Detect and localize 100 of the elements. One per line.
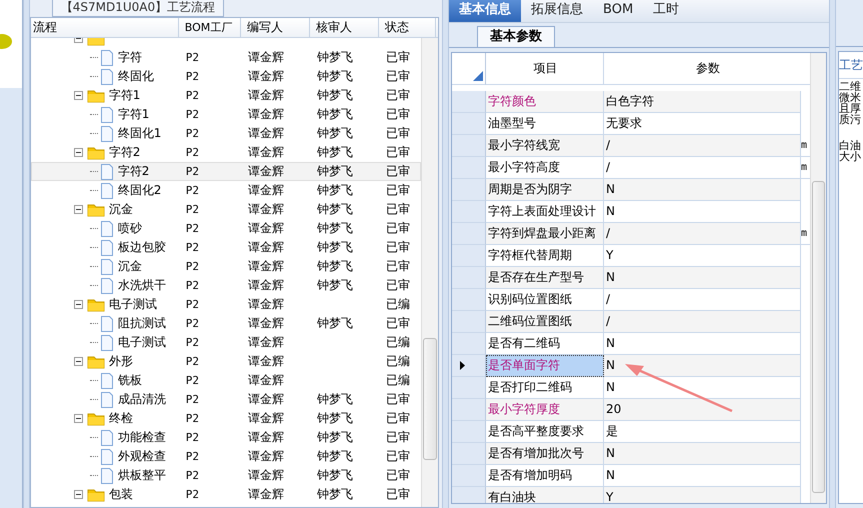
- property-name[interactable]: 最小字符高度: [486, 157, 604, 179]
- tree-row[interactable]: 板边包胶 P2 谭金辉 钟梦飞 已审: [30, 238, 422, 257]
- tree-item-label[interactable]: 外形: [106, 353, 133, 370]
- tree-row[interactable]: 外形 P2 谭金辉 已编: [30, 352, 422, 371]
- sub-tab[interactable]: 基本参数: [477, 26, 556, 47]
- tree-item-label[interactable]: 字符1: [106, 87, 140, 104]
- property-name[interactable]: 是否高平整度要求: [486, 421, 604, 443]
- tree-item-label[interactable]: 铣板: [116, 372, 142, 389]
- property-name[interactable]: 是否单面字符: [486, 355, 604, 377]
- tree-row[interactable]: 外观检查 P2 谭金辉 钟梦飞 已审: [30, 447, 422, 466]
- column-header[interactable]: 状态: [378, 18, 436, 37]
- tree-item-label[interactable]: 喷砂: [116, 220, 142, 237]
- tree-item-label[interactable]: 字符2: [116, 163, 150, 180]
- tree-item-label[interactable]: 功能检查: [116, 429, 166, 446]
- collapse-icon[interactable]: [74, 148, 83, 157]
- property-name[interactable]: 识别码位置图纸: [486, 289, 604, 311]
- collapse-icon[interactable]: [74, 300, 83, 309]
- property-value[interactable]: 20: [604, 399, 802, 421]
- property-value[interactable]: /: [604, 311, 802, 333]
- tree-row[interactable]: 终固化1 P2 谭金辉 钟梦飞 已审: [30, 124, 422, 143]
- property-value[interactable]: N: [604, 355, 802, 377]
- property-value[interactable]: N: [604, 443, 802, 465]
- tree-item-label[interactable]: 字符2: [106, 144, 140, 161]
- tree-item-label[interactable]: 成品清洗: [116, 391, 166, 408]
- tree-item-label[interactable]: 包装: [106, 486, 133, 503]
- tree-row[interactable]: 电子测试 P2 谭金辉 已编: [30, 333, 422, 352]
- tree-row[interactable]: 喷砂 P2 谭金辉 钟梦飞 已审: [30, 219, 422, 238]
- property-name[interactable]: 字符上表面处理设计: [486, 201, 604, 223]
- column-header[interactable]: BOM工厂: [178, 18, 241, 37]
- collapse-icon[interactable]: [74, 357, 83, 366]
- property-value[interactable]: /: [604, 223, 802, 245]
- tree-item-label[interactable]: 电子测试: [106, 296, 157, 313]
- tree-item-label[interactable]: 字符1: [116, 106, 150, 123]
- tree-row[interactable]: 包装 P2 谭金辉 钟梦飞 已审: [30, 485, 422, 504]
- property-value[interactable]: 白色字符: [604, 91, 802, 113]
- property-name[interactable]: 最小字符厚度: [486, 399, 604, 421]
- tab[interactable]: 工时: [643, 0, 690, 22]
- tree-row[interactable]: 字符1 P2 谭金辉 钟梦飞 已审: [30, 105, 422, 124]
- tree-item-label[interactable]: 终固化: [116, 68, 154, 85]
- row-header[interactable]: [452, 355, 486, 377]
- property-name[interactable]: 是否打印二维码: [486, 377, 604, 399]
- property-value[interactable]: /: [604, 135, 802, 157]
- column-header[interactable]: 核审人: [310, 18, 379, 37]
- tree-row[interactable]: 电子测试 P2 谭金辉 已编: [30, 295, 422, 314]
- tree-item-label[interactable]: 阻抗测试: [116, 315, 166, 332]
- tree-item-label[interactable]: 终固化1: [116, 125, 162, 142]
- selected-row[interactable]: 字符2 P2 谭金辉 钟梦飞 已审: [30, 162, 422, 181]
- tree-item-label[interactable]: 终固化2: [116, 182, 162, 199]
- property-name[interactable]: 字符到焊盘最小距离: [486, 223, 604, 245]
- tree-row[interactable]: 铣板 P2 谭金辉 已编: [30, 371, 422, 390]
- tab[interactable]: 拓展信息: [521, 0, 594, 22]
- tree-row[interactable]: 沉金 P2 谭金辉 钟梦飞 已审: [30, 200, 422, 219]
- tree-row[interactable]: 终固化2 P2 谭金辉 钟梦飞 已审: [30, 181, 422, 200]
- collapse-icon[interactable]: [74, 205, 83, 214]
- tree-row[interactable]: 沉金 P2 谭金辉 钟梦飞 已审: [30, 257, 422, 276]
- tree-row[interactable]: 水洗烘干 P2 谭金辉 钟梦飞 已审: [30, 276, 422, 295]
- property-name[interactable]: 是否有增加批次号: [486, 443, 604, 465]
- column-header[interactable]: 流程: [30, 18, 179, 37]
- property-value[interactable]: N: [604, 179, 802, 201]
- tree-row[interactable]: 烘板整平 P2 谭金辉 钟梦飞 已审: [30, 466, 422, 485]
- property-name[interactable]: 二维码位置图纸: [486, 311, 604, 333]
- tree-row[interactable]: 终固化 P2 谭金辉 钟梦飞 已审: [30, 67, 422, 86]
- tab[interactable]: BOM: [593, 0, 644, 22]
- property-name[interactable]: 字符颜色: [486, 91, 604, 113]
- property-name[interactable]: 油墨型号: [486, 113, 604, 135]
- tree-item-label[interactable]: 字符: [116, 49, 142, 66]
- splitter-bar[interactable]: [829, 0, 836, 508]
- collapse-icon[interactable]: [74, 414, 83, 423]
- property-name[interactable]: 是否有二维码: [486, 333, 604, 355]
- property-name[interactable]: 是否有增加明码: [486, 465, 604, 487]
- property-name[interactable]: 周期是否为阴字: [486, 179, 604, 201]
- property-value[interactable]: Y: [604, 487, 802, 503]
- tree-item-label[interactable]: 水洗烘干: [116, 277, 166, 294]
- tree-row[interactable]: 字符 P2 谭金辉 钟梦飞 已审: [30, 48, 422, 67]
- tree-item-label[interactable]: 烘板整平: [116, 467, 166, 484]
- tree-row[interactable]: 成品清洗 P2 谭金辉 钟梦飞 已审: [30, 390, 422, 409]
- column-header[interactable]: 编写人: [240, 18, 310, 37]
- tab[interactable]: 基本信息: [449, 0, 522, 22]
- collapse-icon[interactable]: [74, 91, 83, 100]
- tree-row[interactable]: 阻抗测试 P2 谭金辉 钟梦飞 已审: [30, 314, 422, 333]
- tree-item-label[interactable]: 沉金: [116, 258, 142, 275]
- tree-row[interactable]: 字符2 P2 谭金辉 钟梦飞 已审: [30, 143, 422, 162]
- tree-item-label[interactable]: 外观检查: [116, 448, 166, 465]
- tree-row[interactable]: 功能检查 P2 谭金辉 钟梦飞 已审: [30, 428, 422, 447]
- property-name[interactable]: 是否存在生产型号: [486, 267, 604, 289]
- tree-item-label[interactable]: 沉金: [106, 201, 133, 218]
- panel-title-tab[interactable]: 【4S7MD1U0A0】工艺流程: [52, 0, 224, 17]
- property-name[interactable]: 最小字符线宽: [486, 135, 604, 157]
- property-name[interactable]: 字符框代替周期: [486, 245, 604, 267]
- tree-item-label[interactable]: 终检: [106, 410, 133, 427]
- tree-item-label[interactable]: 板边包胶: [116, 239, 166, 256]
- collapse-icon[interactable]: [74, 490, 83, 499]
- scrollbar[interactable]: [421, 38, 438, 507]
- tree-item-label[interactable]: 电子测试: [116, 334, 166, 351]
- column-header[interactable]: 项目: [486, 53, 604, 85]
- property-name[interactable]: 有白油块: [486, 487, 604, 503]
- tree-row[interactable]: 字符1 P2 谭金辉 钟梦飞 已审: [30, 86, 422, 105]
- property-value[interactable]: N: [604, 267, 802, 289]
- tree-row[interactable]: 终检 P2 谭金辉 钟梦飞 已审: [30, 409, 422, 428]
- scrollbar[interactable]: [810, 53, 826, 503]
